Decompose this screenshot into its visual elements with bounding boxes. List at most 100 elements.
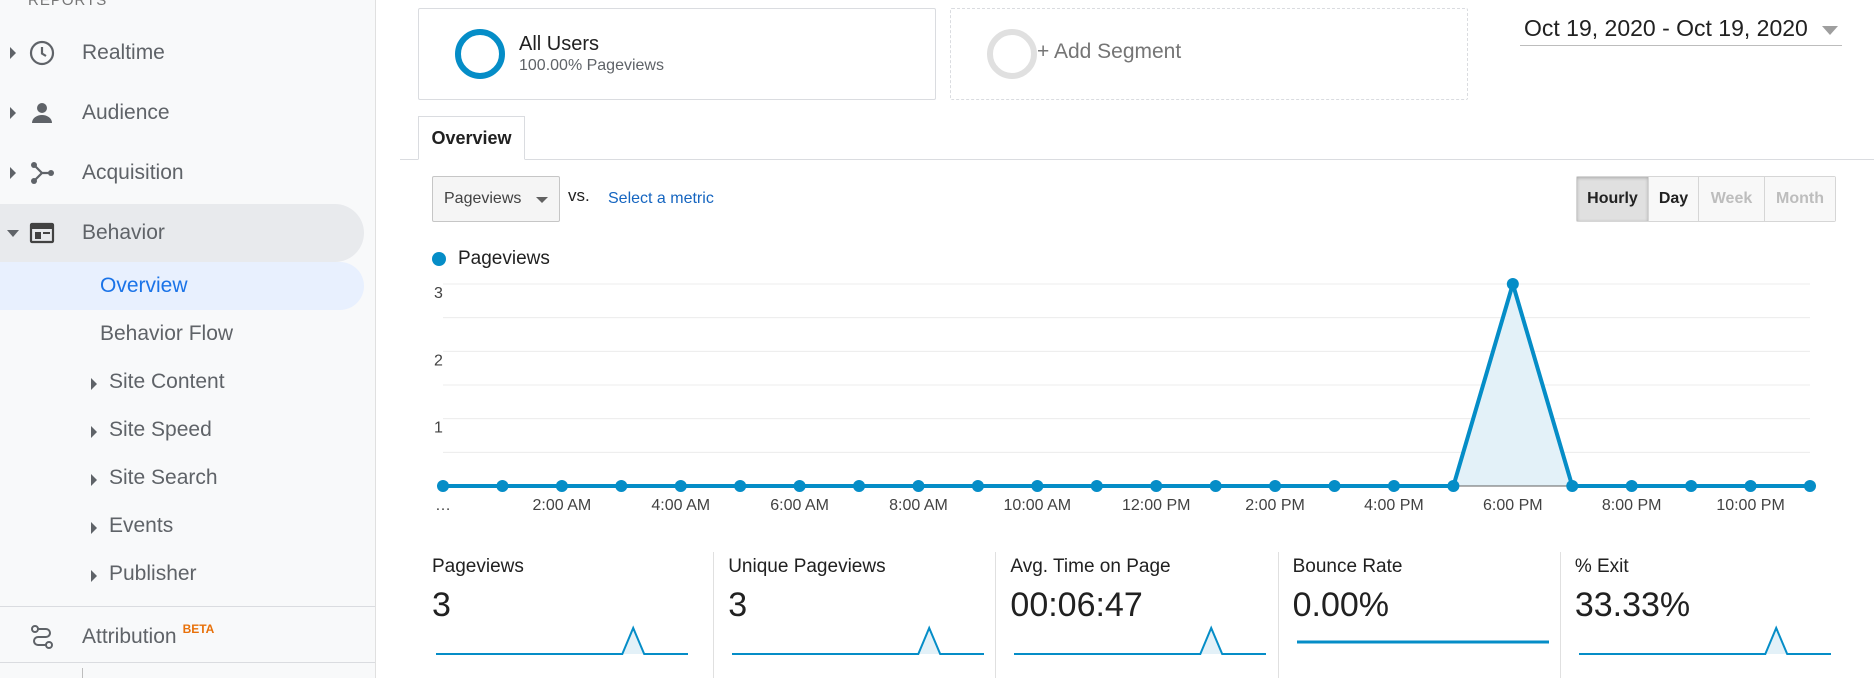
- sidebar-subitem-behavior-flow[interactable]: Behavior Flow: [100, 310, 233, 358]
- y-tick-label: 3: [434, 285, 443, 302]
- sidebar-bottom-divider: [0, 662, 375, 663]
- scorecard-avg-time-on-page[interactable]: Avg. Time on Page 00:06:47: [996, 552, 1279, 678]
- sidebar-item-realtime[interactable]: Realtime: [0, 24, 364, 82]
- sparkline-area: [1014, 628, 1267, 654]
- add-segment-button[interactable]: + Add Segment: [950, 8, 1468, 100]
- data-point: [971, 480, 984, 492]
- x-tick-label: 2:00 AM: [533, 497, 592, 514]
- vs-label: vs.: [568, 186, 590, 205]
- x-tick-label: 8:00 PM: [1602, 497, 1662, 514]
- scorecard-label: % Exit: [1574, 556, 1629, 577]
- scorecard-unique-pageviews[interactable]: Unique Pageviews 3: [714, 552, 997, 678]
- sidebar-item-label: Realtime: [82, 41, 165, 64]
- data-point: [1685, 480, 1698, 492]
- metric-select[interactable]: Pageviews: [432, 176, 560, 222]
- sidebar-subitem-label: Site Speed: [109, 418, 212, 441]
- main-content: All Users 100.00% Pageviews + Add Segmen…: [400, 0, 1874, 678]
- sparkline: [732, 625, 985, 655]
- date-range-picker[interactable]: Oct 19, 2020 - Oct 19, 2020: [1520, 12, 1842, 46]
- beta-badge: BETA: [182, 622, 215, 636]
- x-tick-label: 6:00 AM: [770, 497, 829, 514]
- scorecard-exit[interactable]: % Exit 33.33%: [1561, 552, 1842, 678]
- chevron-down-icon: [536, 197, 548, 203]
- sidebar-subitem-label: Publisher: [109, 562, 197, 585]
- data-point: [1328, 480, 1341, 492]
- sidebar-subitem-site-content[interactable]: Site Content: [109, 358, 225, 406]
- sparkline-line: [1578, 625, 1831, 655]
- attribution-icon: [28, 623, 56, 651]
- sidebar-item-label: Audience: [82, 101, 170, 124]
- sparkline: [1578, 625, 1831, 655]
- data-point: [437, 480, 449, 492]
- sparkline: [436, 625, 688, 655]
- sidebar-item-audience[interactable]: Audience: [0, 84, 364, 142]
- data-point: [615, 480, 628, 492]
- sidebar-subitem-label: Behavior Flow: [100, 322, 234, 345]
- sidebar-item-acquisition[interactable]: Acquisition: [0, 144, 364, 202]
- sparkline-line: [1014, 625, 1267, 655]
- sidebar-subitem-publisher[interactable]: Publisher: [109, 550, 197, 598]
- clock-icon: [28, 39, 56, 67]
- scorecards: Pageviews 3 Unique Pageviews 3 Avg. Time…: [432, 552, 1842, 678]
- data-point: [1387, 480, 1400, 492]
- sidebar-subitem-site-search[interactable]: Site Search: [109, 454, 218, 502]
- data-point: [793, 480, 806, 492]
- x-tick-label: 10:00 AM: [1004, 497, 1072, 514]
- x-tick-label: 10:00 PM: [1716, 497, 1784, 514]
- x-tick-label: 4:00 AM: [651, 497, 710, 514]
- acquisition-icon: [28, 159, 56, 187]
- sidebar-subitem-events[interactable]: Events: [109, 502, 173, 550]
- scorecard-bounce-rate[interactable]: Bounce Rate 0.00%: [1279, 552, 1561, 678]
- hourly-button[interactable]: Hourly: [1577, 177, 1649, 221]
- data-point: [853, 480, 866, 492]
- segment-all-users[interactable]: All Users 100.00% Pageviews: [418, 8, 936, 100]
- day-button[interactable]: Day: [1649, 177, 1699, 221]
- segment-title: All Users: [519, 33, 600, 55]
- x-tick-label: 8:00 AM: [889, 497, 948, 514]
- reports-header: REPORTS: [28, 0, 108, 9]
- sparkline-line: [436, 625, 688, 655]
- data-point: [1447, 480, 1460, 492]
- chart-legend: Pageviews: [432, 248, 550, 270]
- y-tick-label: 1: [434, 420, 443, 437]
- sparkline: [1296, 640, 1549, 644]
- expand-caret-icon: [91, 522, 97, 534]
- x-tick-label: 12:00 PM: [1122, 497, 1190, 514]
- data-point: [674, 480, 687, 492]
- sidebar-item-label: Attribution BETA: [82, 622, 215, 649]
- expand-caret-icon: [91, 378, 97, 390]
- sparkline-area: [1578, 628, 1831, 654]
- sparkline-line: [732, 625, 985, 655]
- data-point: [1269, 480, 1282, 492]
- pageviews-chart: 1 2 3 … 2:00 AM 4:00 AM 6:00 AM 8:00 AM 10:00 AM…: [434, 278, 1816, 514]
- data-point: [496, 480, 509, 492]
- sidebar-subitem-label: Overview: [100, 274, 188, 297]
- x-tick-label: 4:00 PM: [1364, 497, 1424, 514]
- month-button[interactable]: Month: [1765, 177, 1835, 221]
- data-point: [1031, 480, 1044, 492]
- tab-overview[interactable]: Overview: [418, 116, 525, 160]
- scorecard-label: Avg. Time on Page: [1010, 556, 1171, 577]
- chevron-down-icon: [1822, 26, 1838, 35]
- sidebar-subitem-overview[interactable]: Overview: [0, 262, 364, 310]
- sidebar-subitem-site-speed[interactable]: Site Speed: [109, 406, 212, 454]
- expand-caret-icon: [10, 47, 16, 59]
- week-button[interactable]: Week: [1699, 177, 1765, 221]
- expand-caret-icon: [91, 570, 97, 582]
- sidebar-item-attribution[interactable]: Attribution BETA: [0, 608, 364, 666]
- sidebar-item-label: Behavior: [82, 221, 165, 244]
- data-point: [1209, 480, 1222, 492]
- data-point: [1566, 480, 1579, 492]
- sidebar-item-behavior[interactable]: Behavior: [0, 204, 364, 262]
- sidebar: REPORTS Realtime Audience Acquisition Be…: [0, 0, 376, 678]
- collapse-caret-icon: [7, 229, 19, 237]
- x-tick-label: …: [435, 497, 451, 514]
- sidebar-item-label: Acquisition: [82, 161, 184, 184]
- tab-divider: [400, 159, 1874, 160]
- sidebar-subitem-label: Events: [109, 514, 174, 537]
- scorecard-pageviews[interactable]: Pageviews 3: [432, 552, 715, 678]
- scorecard-label: Bounce Rate: [1292, 556, 1403, 577]
- select-metric-link[interactable]: Select a metric: [608, 190, 714, 208]
- attribution-label: Attribution: [82, 625, 177, 648]
- data-point: [555, 480, 568, 492]
